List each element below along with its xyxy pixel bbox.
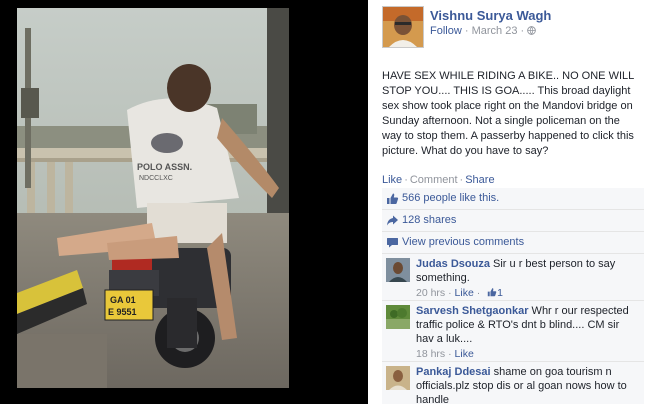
comment-like-link[interactable]: Like — [455, 287, 474, 299]
likes-count-text: 566 people like this. — [402, 192, 500, 204]
globe-icon — [527, 25, 537, 37]
post-sidebar: Vishnu Surya Wagh Follow · March 23 · HA… — [368, 0, 648, 404]
likes-summary[interactable]: 566 people like this. — [382, 188, 644, 210]
follow-link[interactable]: Follow — [430, 25, 462, 37]
post-meta: Follow · March 23 · — [430, 25, 537, 37]
author-name-link[interactable]: Vishnu Surya Wagh — [430, 8, 551, 23]
meta-separator: · — [464, 25, 469, 37]
commenter-avatar[interactable] — [386, 366, 410, 390]
post-actions: Like · Comment · Share — [382, 174, 495, 186]
photo-illustration: POLO ASSN. NDCCLXC GA 01 E 9551 — [17, 8, 289, 388]
comment-like-link[interactable]: Like — [455, 348, 474, 360]
comment-time[interactable]: 18 hrs — [416, 348, 445, 360]
post-message: HAVE SEX WHILE RIDING A BIKE.. NO ONE WI… — [382, 70, 634, 157]
commenter-name-link[interactable]: Pankaj Ddesai — [416, 366, 491, 378]
like-badge-icon — [487, 287, 497, 297]
commenter-name-link[interactable]: Judas Dsouza — [416, 258, 490, 270]
plate-line2: E 9551 — [108, 307, 137, 317]
commenter-avatar[interactable] — [386, 305, 410, 329]
comment-like-count[interactable]: 1 — [497, 287, 503, 299]
comment-meta: 18 hrs · Like — [416, 347, 640, 361]
post-date-link[interactable]: March 23 — [472, 25, 518, 37]
thumbs-up-icon — [386, 192, 399, 205]
meta-separator: · — [448, 348, 452, 360]
post-header: Vishnu Surya Wagh Follow · March 23 · — [382, 6, 642, 52]
comment-body: Sarvesh Shetgaonkar Whr r our respected … — [416, 304, 640, 361]
shirt-print-line1: POLO ASSN. — [137, 162, 192, 172]
shares-count-text: 128 shares — [402, 214, 457, 226]
comment-item: Sarvesh Shetgaonkar Whr r our respected … — [382, 301, 644, 362]
meta-separator: · — [448, 287, 452, 299]
comment-body: Pankaj Ddesai shame on goa tourism n off… — [416, 365, 640, 404]
comment-body: Judas Dsouza Sir u r best person to say … — [416, 257, 640, 300]
post-photo[interactable]: POLO ASSN. NDCCLXC GA 01 E 9551 — [17, 8, 289, 388]
action-separator: · — [404, 174, 408, 186]
comment-item: Judas Dsouza Sir u r best person to say … — [382, 254, 644, 301]
like-link[interactable]: Like — [382, 174, 402, 186]
comment-bubble-icon — [386, 236, 399, 249]
meta-separator: · — [476, 287, 481, 299]
view-previous-label: View previous comments — [402, 236, 525, 248]
plate-line1: GA 01 — [110, 295, 136, 305]
view-previous-comments[interactable]: View previous comments — [382, 232, 644, 254]
commenter-name-link[interactable]: Sarvesh Shetgaonkar — [416, 305, 529, 317]
avatar-portrait — [383, 7, 423, 47]
shares-summary[interactable]: 128 shares — [382, 210, 644, 232]
author-avatar[interactable] — [382, 6, 424, 48]
commenter-avatar[interactable] — [386, 258, 410, 282]
comment-item: Pankaj Ddesai shame on goa tourism n off… — [382, 362, 644, 404]
share-link[interactable]: Share — [465, 174, 494, 186]
comment-meta: 20 hrs · Like · 1 — [416, 286, 640, 300]
share-arrow-icon — [386, 214, 399, 227]
feedback-panel: 566 people like this. 128 shares View pr… — [382, 188, 644, 404]
meta-separator-2: · — [520, 25, 525, 37]
photo-viewer: POLO ASSN. NDCCLXC GA 01 E 9551 — [0, 0, 368, 404]
comment-time[interactable]: 20 hrs — [416, 287, 445, 299]
shirt-print-line2: NDCCLXC — [139, 175, 173, 182]
comment-link[interactable]: Comment — [410, 174, 458, 186]
